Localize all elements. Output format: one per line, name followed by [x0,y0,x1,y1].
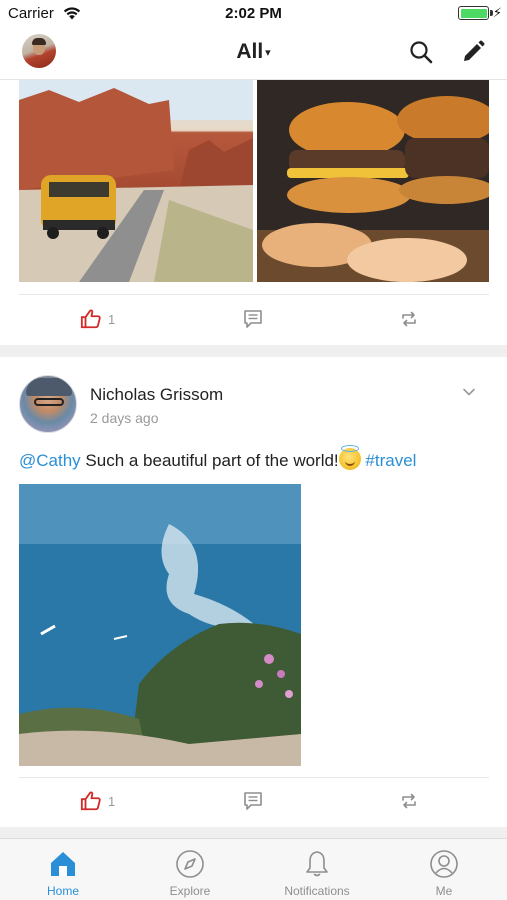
tab-notifications[interactable]: Notifications [254,839,380,900]
thumbs-up-icon [80,309,101,329]
post-options-chevron-icon[interactable] [462,385,476,399]
tab-explore-label: Explore [169,884,211,898]
like-button[interactable]: 1 [80,308,115,330]
coastline-photo[interactable] [19,484,301,766]
home-icon [51,852,75,876]
bottom-tab-bar: Home Explore Notifications Me [0,838,507,900]
clock: 2:02 PM [225,5,282,22]
comment-icon[interactable] [243,309,263,329]
post-image-grid [19,80,489,282]
charging-icon: ⚡ [492,5,502,20]
feed-filter-label: All [236,40,264,63]
post-separator [0,827,507,838]
profile-icon [430,850,458,878]
tab-home[interactable]: Home [0,839,126,900]
author-avatar[interactable] [19,375,77,433]
chevron-down-icon: ▾ [265,46,271,59]
search-icon[interactable] [408,39,434,65]
bell-icon [306,851,328,877]
thumbs-up-icon [80,791,101,811]
feed[interactable]: 1 Nicholas Grissom 2 days ago @Cathy Suc… [0,80,507,838]
post-text: Such a beautiful part of the world! [80,451,339,470]
compass-icon [176,850,204,878]
mention-link[interactable]: @Cathy [19,451,81,470]
comment-icon[interactable] [243,791,263,811]
repost-icon[interactable] [399,791,419,811]
canyon-road-photo[interactable] [19,80,253,282]
post-separator [0,345,507,357]
top-nav-bar: All ▾ [0,28,507,80]
like-button[interactable]: 1 [80,790,115,812]
post-actions: 1 [0,296,507,344]
status-bar: Carrier 2:02 PM ⚡ [0,0,507,28]
post-body: @Cathy Such a beautiful part of the worl… [19,445,416,471]
tab-explore[interactable]: Explore [127,839,253,900]
tab-notifications-label: Notifications [284,884,350,898]
compose-icon[interactable] [460,39,486,65]
battery-icon [458,6,489,20]
like-count: 1 [108,793,116,809]
burger-photo[interactable] [257,80,489,282]
tab-me-label: Me [435,884,453,898]
tab-home-label: Home [46,884,79,898]
hashtag-link[interactable]: #travel [365,451,416,470]
post-timestamp: 2 days ago [90,410,159,426]
author-name[interactable]: Nicholas Grissom [90,385,223,405]
tab-me[interactable]: Me [381,839,507,900]
post-divider [19,294,489,295]
like-count: 1 [108,311,116,327]
smiling-angel-emoji-icon [338,445,361,470]
repost-icon[interactable] [399,309,419,329]
post-actions: 1 [0,778,507,826]
